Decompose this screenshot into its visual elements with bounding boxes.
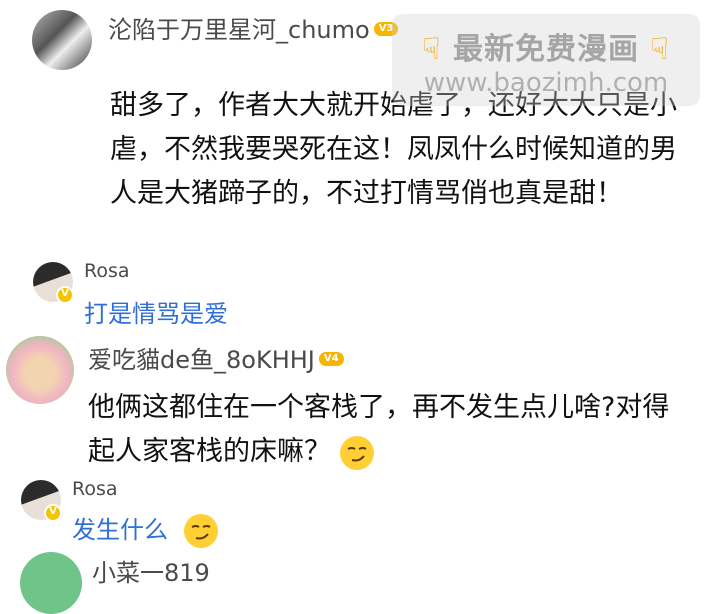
avatar[interactable] [6, 336, 74, 404]
comment-username[interactable]: 爱吃貓de鱼_8oKHHJ V4 [88, 340, 344, 375]
watermark-title-text: 最新免费漫画 [453, 32, 639, 67]
comment-username-text: 沦陷于万里星河_chumo [108, 16, 370, 44]
comment-username-text: 爱吃貓de鱼_8oKHHJ [88, 346, 315, 374]
reply-username[interactable]: Rosa [72, 478, 118, 500]
smirk-emoji-icon [183, 514, 218, 548]
pointing-hand-icon: ☟ [650, 32, 670, 67]
verified-badge: V [56, 286, 74, 304]
reply-text-body: 发生什么 [72, 516, 168, 544]
reply-text: 发生什么 [72, 510, 218, 548]
pointing-hand-icon: ☟ [422, 32, 442, 67]
avatar[interactable] [20, 552, 82, 614]
level-badge: V4 [318, 352, 344, 366]
watermark-overlay: ☟ 最新免费漫画 ☟ www.baozimh.com [392, 14, 700, 106]
verified-badge: V [44, 504, 62, 522]
comment-username[interactable]: 小菜一819 [92, 553, 210, 588]
comment-text: 他俩这都住在一个客栈了，再不发生点儿啥?对得起人家客栈的床嘛？ [88, 386, 688, 474]
reply-text: 打是情骂是爱 [84, 300, 228, 328]
comment-text-body: 他俩这都住在一个客栈了，再不发生点儿啥?对得起人家客栈的床嘛？ [88, 392, 670, 467]
watermark-url: www.baozimh.com [423, 68, 669, 98]
watermark-title: ☟ 最新免费漫画 ☟ [392, 24, 700, 68]
avatar[interactable] [32, 10, 92, 70]
reply-username[interactable]: Rosa [84, 260, 130, 282]
comment-username[interactable]: 沦陷于万里星河_chumo V3 [108, 10, 399, 45]
smirk-emoji-icon [339, 435, 374, 470]
